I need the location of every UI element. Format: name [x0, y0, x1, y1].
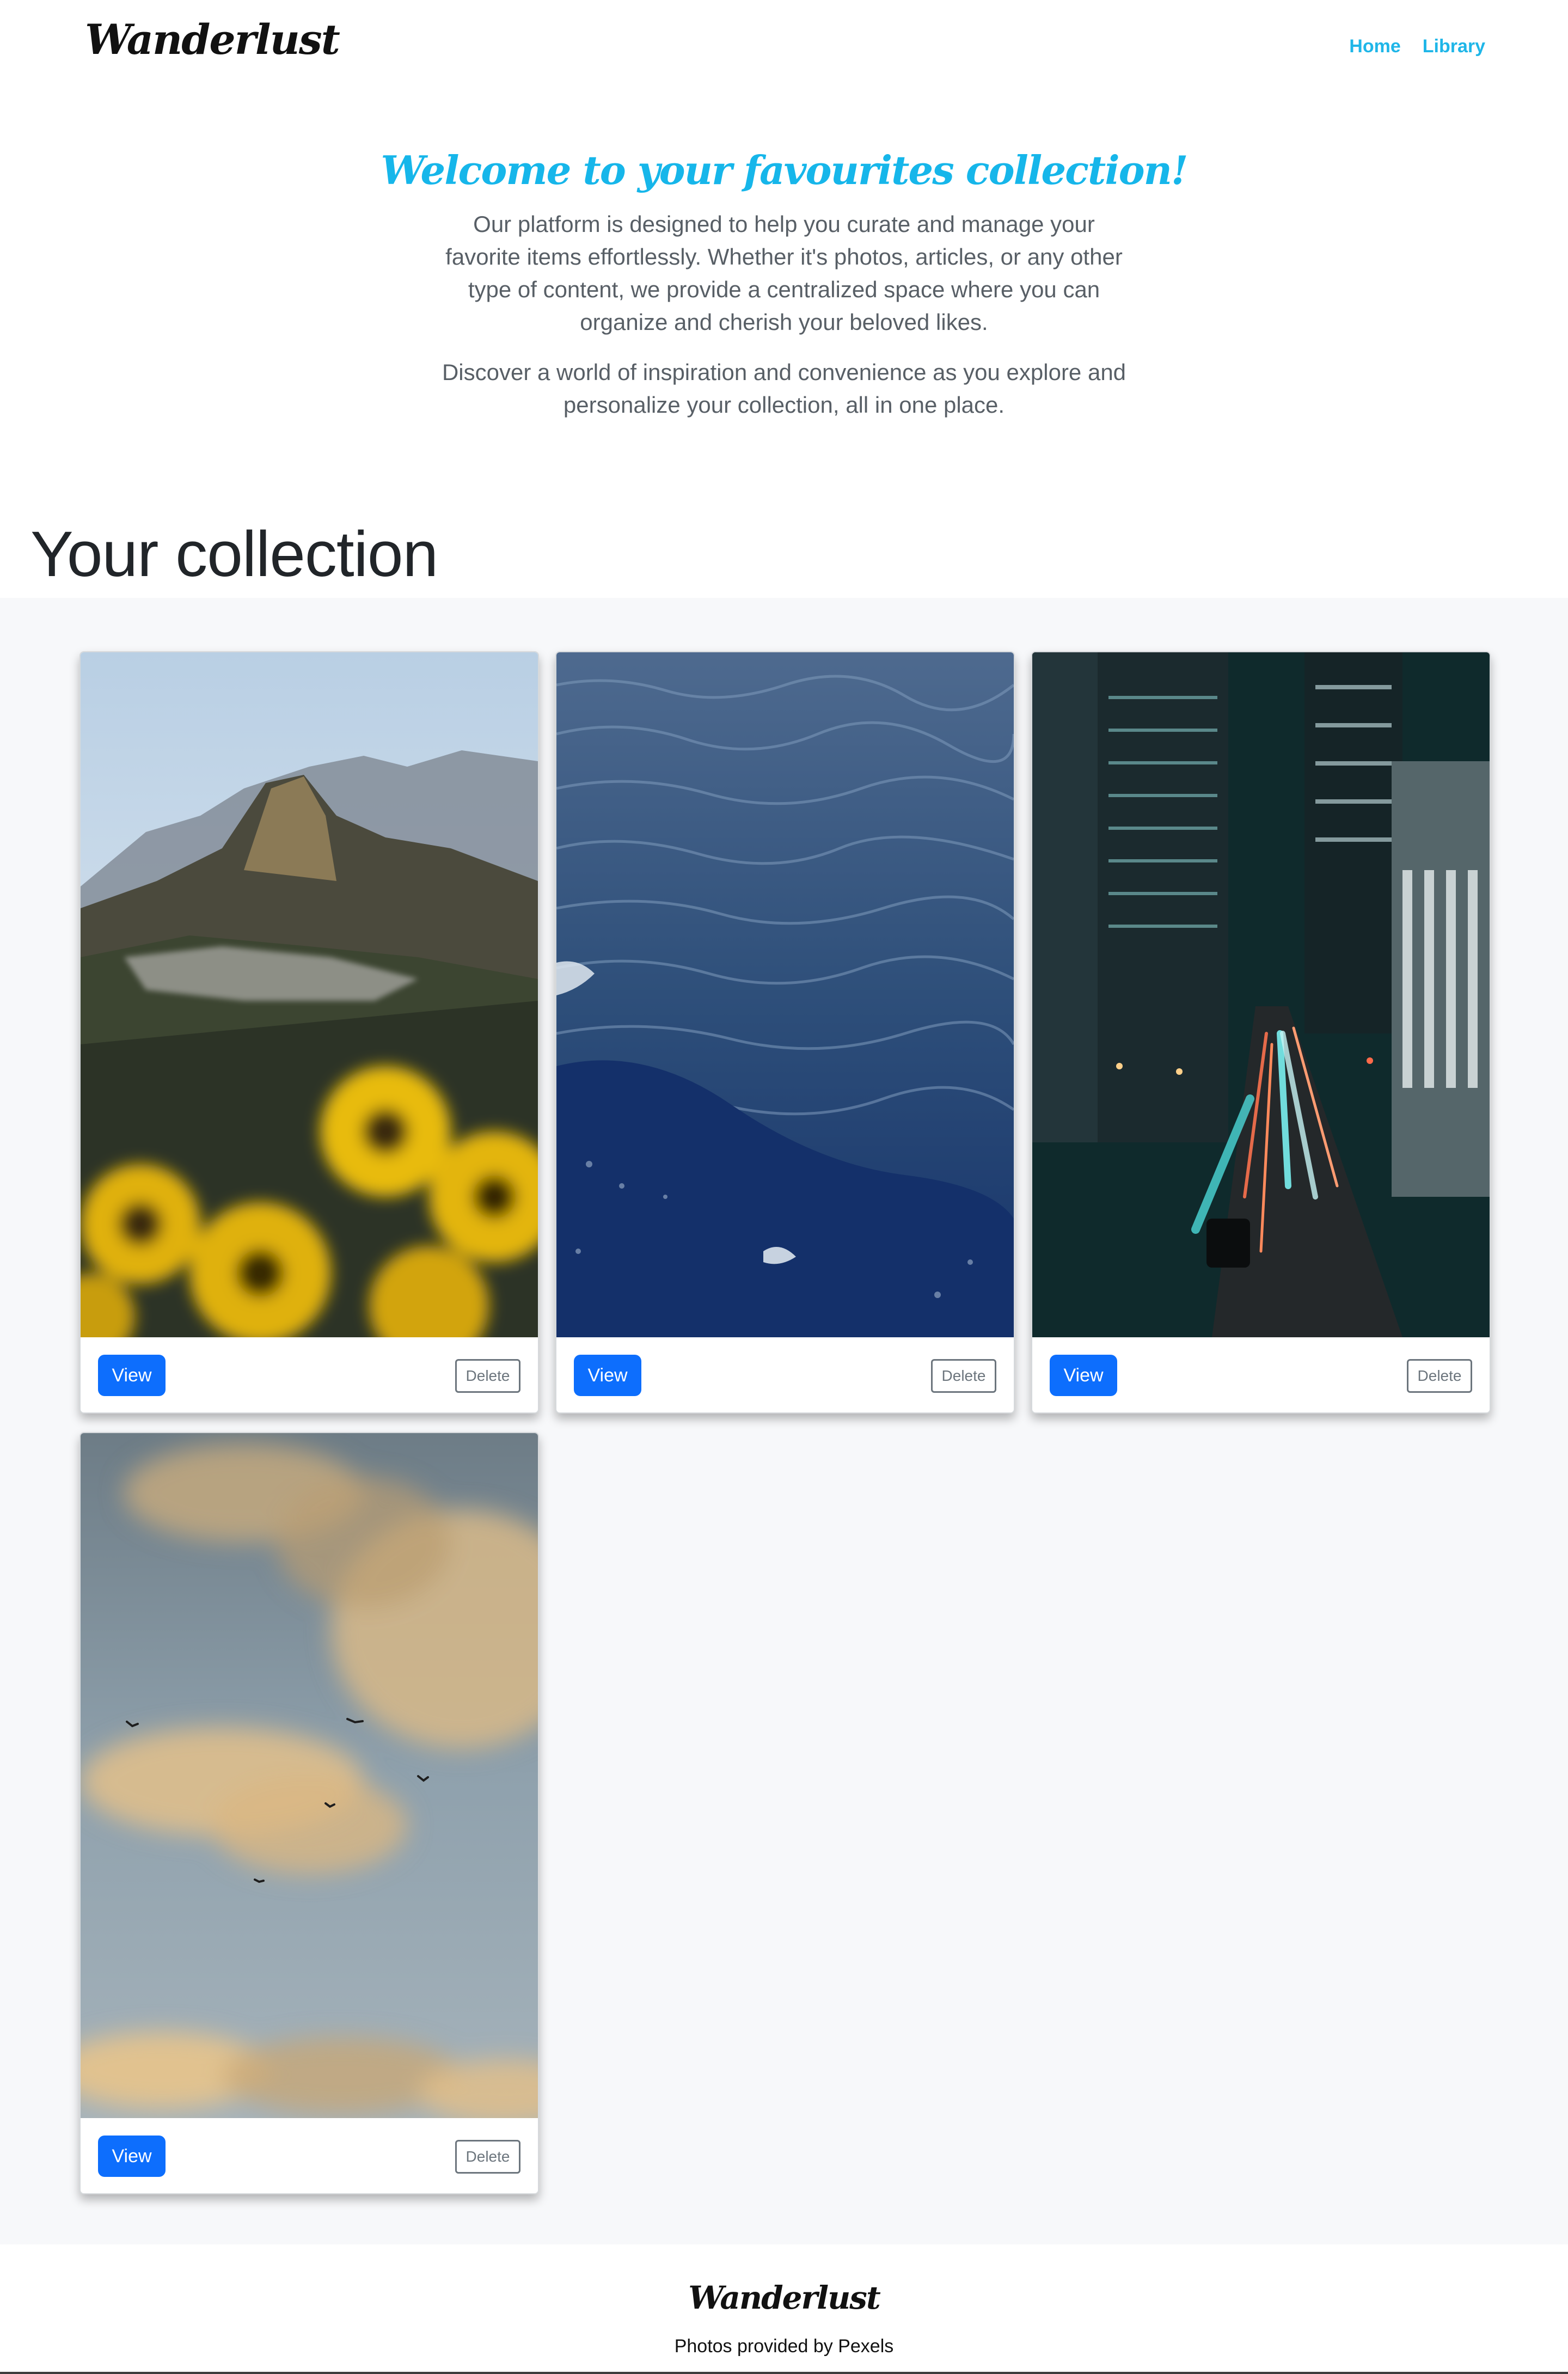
collection-card: View Delete: [1031, 651, 1491, 1414]
collection-card: View Delete: [79, 1432, 539, 2194]
footer-brand: Wanderlust: [688, 2279, 881, 2316]
nav-library-link[interactable]: Library: [1423, 36, 1485, 57]
view-button[interactable]: View: [98, 2136, 166, 2177]
delete-button[interactable]: Delete: [1407, 1359, 1472, 1393]
welcome-title: Welcome to your favourites collection!: [381, 147, 1188, 193]
delete-button[interactable]: Delete: [455, 2140, 520, 2174]
main-nav: Home Library: [1349, 36, 1485, 57]
collection-grid: View Delete View Delete View Delete View…: [0, 598, 1568, 2244]
collection-title: Your collection: [30, 518, 438, 590]
view-button[interactable]: View: [1050, 1355, 1117, 1396]
view-button[interactable]: View: [574, 1355, 641, 1396]
footer-divider: [0, 2372, 1568, 2374]
delete-button[interactable]: Delete: [931, 1359, 996, 1393]
city-photo[interactable]: [1032, 652, 1490, 1337]
site-header: Wanderlust Home Library: [0, 0, 1568, 98]
delete-button[interactable]: Delete: [455, 1359, 520, 1393]
ocean-photo[interactable]: [556, 652, 1014, 1337]
photo-credit: Photos provided by Pexels: [674, 2336, 894, 2357]
city-image: [1032, 652, 1490, 1337]
mountain-image: [81, 652, 538, 1337]
welcome-paragraph-2: Discover a world of inspiration and conv…: [442, 359, 1126, 418]
collection-card: View Delete: [79, 651, 539, 1414]
welcome-paragraph-1: Our platform is designed to help you cur…: [445, 211, 1123, 335]
view-button[interactable]: View: [98, 1355, 166, 1396]
collection-card: View Delete: [555, 651, 1015, 1414]
ocean-image: [556, 652, 1014, 1337]
brand-logo[interactable]: Wanderlust: [85, 15, 340, 64]
sky-photo[interactable]: [81, 1433, 538, 2118]
site-footer: Wanderlust Photos provided by Pexels: [0, 2244, 1568, 2374]
nav-home-link[interactable]: Home: [1349, 36, 1400, 57]
welcome-section: Welcome to your favourites collection! O…: [0, 147, 1568, 421]
sky-image: [81, 1433, 538, 2118]
mountain-photo[interactable]: [81, 652, 538, 1337]
